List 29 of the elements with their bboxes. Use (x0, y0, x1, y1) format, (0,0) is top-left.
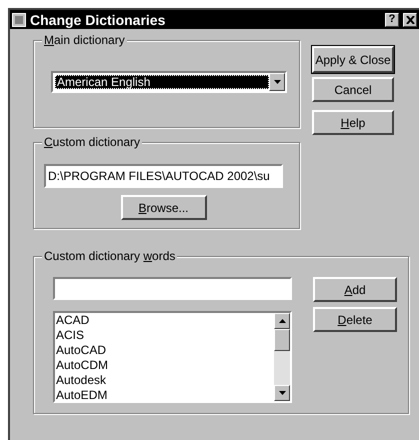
group-label: Main dictionary (42, 33, 127, 47)
scroll-bar[interactable] (274, 313, 290, 401)
browse-button[interactable]: Browse... (120, 195, 206, 220)
dropdown-arrow-button[interactable] (269, 73, 285, 91)
list-item[interactable]: ACIS (56, 328, 274, 343)
list-action-button[interactable]: Delete (313, 307, 397, 332)
list-action-button[interactable]: Add (313, 277, 397, 302)
path-field[interactable]: D:\PROGRAM FILES\AUTOCAD 2002\su (44, 164, 283, 188)
app-icon (12, 12, 26, 26)
dialog-button[interactable]: Help (312, 110, 394, 135)
close-icon (406, 16, 414, 24)
dictionary-dropdown[interactable]: American English (51, 71, 287, 93)
list-item[interactable]: ACAD (56, 313, 274, 328)
caret-icon (274, 80, 280, 84)
group-label: Custom dictionary (42, 135, 142, 149)
group-label: Custom dictionary words (42, 249, 178, 263)
list-item[interactable]: AutoCAD (56, 343, 274, 358)
word-input-field[interactable] (53, 277, 292, 300)
window-title: Change Dictionaries (30, 12, 166, 28)
dialog-button[interactable]: Apply & Close (312, 46, 394, 73)
list-item[interactable]: AutoCDM (56, 358, 274, 373)
help-button[interactable]: ? (385, 12, 399, 26)
list-item[interactable]: AutoEDM (56, 388, 274, 401)
close-button[interactable] (403, 12, 417, 26)
list-item[interactable]: Autodesk (56, 373, 274, 388)
dialog-button[interactable]: Cancel (312, 77, 394, 102)
scroll-up-icon[interactable] (278, 319, 286, 323)
scroll-down-icon[interactable] (278, 391, 286, 395)
dropdown-value: American English (55, 75, 269, 89)
